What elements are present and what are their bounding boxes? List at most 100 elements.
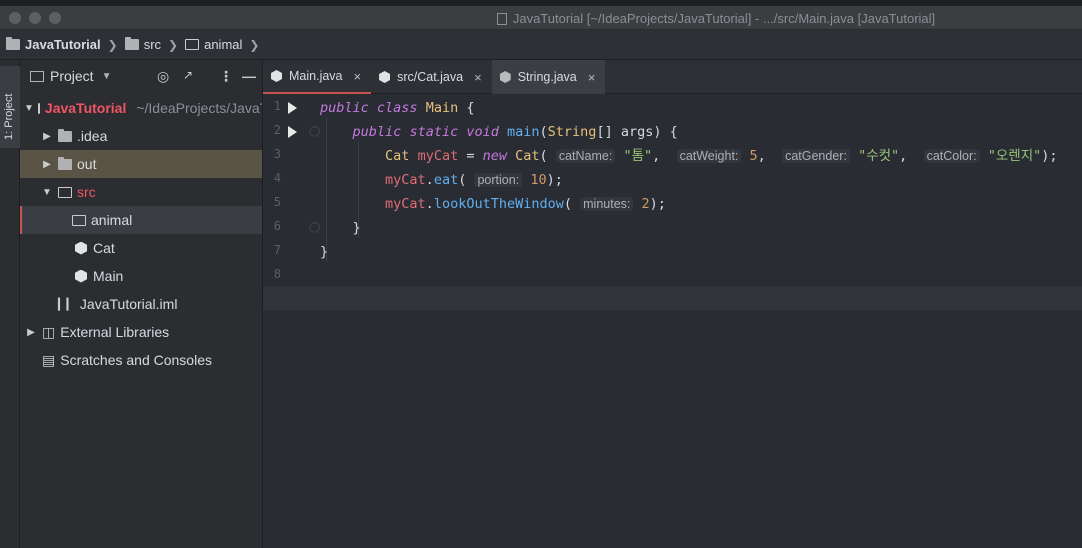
chevron-right-icon: ❯ xyxy=(168,37,179,52)
tree-item-label: Cat xyxy=(93,240,115,256)
project-tool-tab[interactable]: 1: Project xyxy=(0,66,20,148)
tree-item-label: src xyxy=(77,184,96,200)
tree-item-label: out xyxy=(77,156,97,172)
line-number: 8 xyxy=(273,267,281,281)
tab-label: String.java xyxy=(517,70,577,84)
tree-item-animal[interactable]: animal xyxy=(20,206,262,234)
line-number: 1 xyxy=(273,99,281,113)
code-line-7: } xyxy=(320,244,329,260)
project-tool-label: 1: Project xyxy=(3,93,15,140)
tree-item-src[interactable]: ▼ src xyxy=(20,178,262,206)
run-main-icon[interactable] xyxy=(288,126,297,138)
line-number: 2 xyxy=(273,123,281,137)
param-hint: catWeight: xyxy=(676,149,742,163)
code-line-2: public static void main(String[] args) { xyxy=(352,124,678,140)
breadcrumb-project-label: JavaTutorial xyxy=(25,37,101,52)
param-hint: catGender: xyxy=(782,149,850,163)
chevron-right-icon: ❯ xyxy=(249,37,260,52)
breadcrumb-package[interactable]: animal xyxy=(185,37,242,52)
java-class-icon xyxy=(75,241,87,255)
java-class-icon xyxy=(75,269,87,283)
code-line-5: myCat.lookOutTheWindow( minutes: 2); xyxy=(385,196,666,212)
project-panel: Project ▼ ◎ ↗ ⋮ — ▼ JavaTutorial ~/IdeaP… xyxy=(20,60,263,548)
code-line-6: } xyxy=(352,220,361,236)
title-bar: JavaTutorial [~/IdeaProjects/JavaTutoria… xyxy=(0,6,1082,30)
tree-item-cat[interactable]: Cat xyxy=(20,234,262,262)
source-folder-icon xyxy=(124,37,139,50)
collapse-all-icon[interactable]: ↗ xyxy=(183,68,193,82)
tree-item-scratches[interactable]: ▤ Scratches and Consoles xyxy=(20,346,262,374)
editor-gutter: 1 2 3 4 5 6 7 8 9 ◯ ◯ xyxy=(263,94,320,548)
tree-item-label: JavaTutorial.iml xyxy=(79,296,178,312)
project-panel-header: Project ▼ ◎ ↗ ⋮ — xyxy=(20,60,262,92)
more-options-icon[interactable]: ⋮ xyxy=(219,68,233,85)
line-number: 4 xyxy=(273,171,281,185)
line-number: 3 xyxy=(273,147,281,161)
close-icon[interactable]: × xyxy=(588,70,596,85)
tree-item-out[interactable]: ▶ out xyxy=(20,150,262,178)
code-line-1: public class Main { xyxy=(320,100,475,116)
chevron-right-icon[interactable]: ▶ xyxy=(40,131,54,142)
tree-item-main[interactable]: Main xyxy=(20,262,262,290)
locked-class-icon xyxy=(499,71,511,83)
project-view-icon xyxy=(30,70,44,82)
tab-cat-java[interactable]: src/Cat.java × xyxy=(371,60,492,94)
chevron-down-icon[interactable]: ▼ xyxy=(24,103,34,114)
code-line-3: Cat myCat = new Cat( catName: "톰", catWe… xyxy=(385,148,1058,164)
window-title-text: JavaTutorial [~/IdeaProjects/JavaTutoria… xyxy=(512,11,936,26)
iml-file-icon: ▎▎ xyxy=(58,298,75,311)
module-folder-icon xyxy=(37,102,40,114)
tab-label: Main.java xyxy=(289,69,343,83)
tool-window-strip: 1: Project xyxy=(0,60,20,548)
java-class-icon xyxy=(271,70,282,82)
breadcrumb-src[interactable]: src xyxy=(124,37,162,52)
locate-file-icon[interactable]: ◎ xyxy=(157,68,169,85)
tree-item-label: animal xyxy=(91,212,133,228)
tab-main-java[interactable]: Main.java × xyxy=(263,60,372,94)
window-title: JavaTutorial [~/IdeaProjects/JavaTutoria… xyxy=(0,11,1082,26)
chevron-right-icon[interactable]: ▶ xyxy=(24,327,38,338)
chevron-right-icon[interactable]: ▶ xyxy=(40,159,54,170)
breadcrumb-src-label: src xyxy=(143,37,162,52)
breadcrumb-project[interactable]: JavaTutorial xyxy=(6,37,101,52)
project-view-selector[interactable]: Project xyxy=(50,68,94,84)
code-line-4: myCat.eat( portion: 10); xyxy=(385,172,563,188)
tree-item-root[interactable]: ▼ JavaTutorial ~/IdeaProjects/JavaTutori… xyxy=(20,94,263,122)
tab-label: src/Cat.java xyxy=(397,70,464,84)
chevron-right-icon: ❯ xyxy=(107,37,118,52)
package-icon xyxy=(185,39,200,50)
close-icon[interactable]: × xyxy=(474,70,482,85)
scratches-icon: ▤ xyxy=(42,351,56,368)
tree-item-iml[interactable]: ▎▎ JavaTutorial.iml xyxy=(20,290,262,318)
tree-item-label: Scratches and Consoles xyxy=(60,352,212,368)
folder-icon xyxy=(58,156,72,170)
param-hint: catName: xyxy=(555,149,616,163)
folder-icon xyxy=(58,128,72,142)
chevron-down-icon[interactable]: ▼ xyxy=(40,187,54,198)
run-class-icon[interactable] xyxy=(288,102,297,114)
library-icon: ◫ xyxy=(42,323,56,340)
tab-string-java[interactable]: String.java × xyxy=(491,60,606,94)
editor: Main.java × src/Cat.java × String.java ×… xyxy=(263,60,1082,548)
editor-tabs: Main.java × src/Cat.java × String.java × xyxy=(263,60,1082,94)
breadcrumb-package-label: animal xyxy=(204,37,243,52)
java-class-icon xyxy=(379,71,391,83)
current-line-highlight xyxy=(263,286,1082,310)
tree-root-label: JavaTutorial xyxy=(44,100,127,116)
param-hint: portion: xyxy=(474,173,523,187)
tree-item-external-libraries[interactable]: ▶ ◫ External Libraries xyxy=(20,318,262,346)
source-folder-icon xyxy=(58,186,72,198)
tree-item-idea[interactable]: ▶ .idea xyxy=(20,122,262,150)
tree-item-label: Main xyxy=(93,268,124,284)
close-icon[interactable]: × xyxy=(354,69,362,84)
tree-item-label: External Libraries xyxy=(60,324,170,340)
breadcrumb: JavaTutorial ❯ src ❯ animal ❯ xyxy=(0,30,1082,60)
hide-panel-icon[interactable]: — xyxy=(242,68,256,84)
code-area[interactable]: public class Main { public static void m… xyxy=(263,94,1082,548)
param-hint: catColor: xyxy=(923,149,980,163)
line-number: 5 xyxy=(273,195,281,209)
chevron-down-icon[interactable]: ▼ xyxy=(102,71,112,82)
line-number: 6 xyxy=(273,219,281,233)
tree-item-label: .idea xyxy=(77,128,108,144)
tree-root-path: ~/IdeaProjects/JavaTutorial xyxy=(136,100,263,116)
